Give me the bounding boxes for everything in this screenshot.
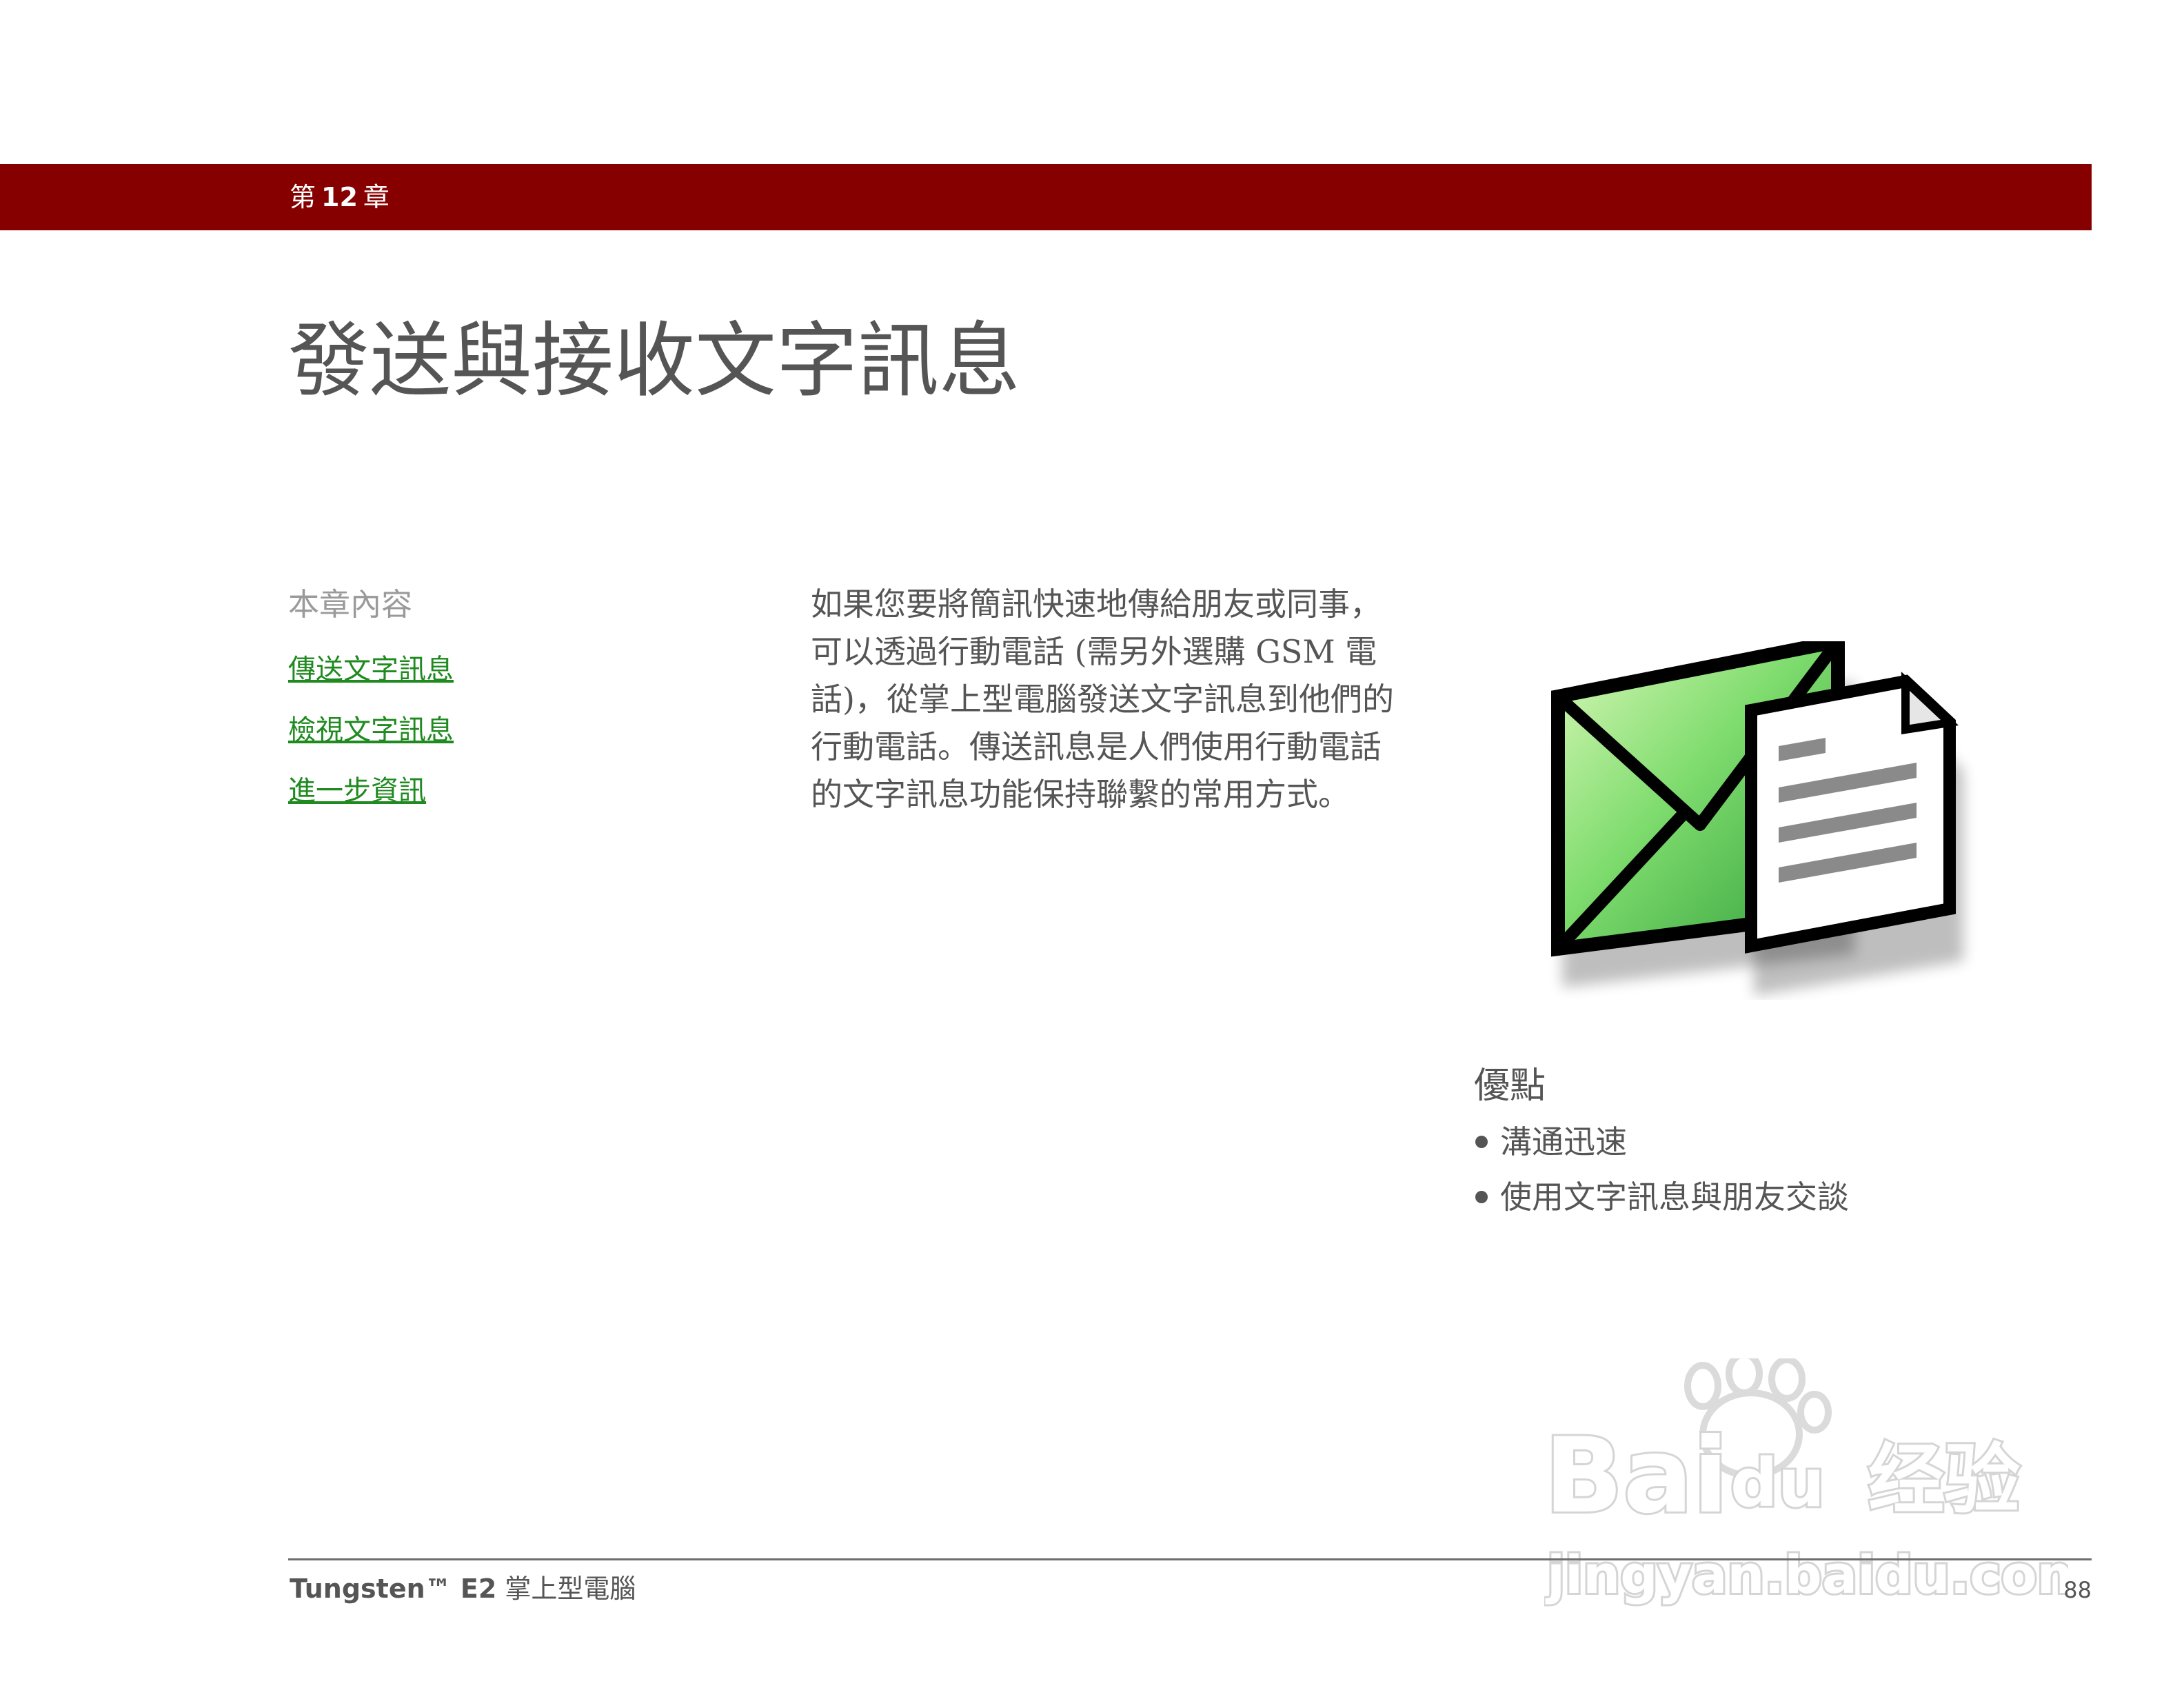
benefits-section: 優點 溝通迅速 使用文字訊息與朋友交談 <box>1474 1062 2067 1225</box>
watermark-cn: 经验 <box>1868 1436 2020 1524</box>
page-title: 發送與接收文字訊息 <box>288 313 1021 408</box>
intro-line: 可以透過行動電話 (需另外選購 GSM 電 <box>811 633 1377 670</box>
envelope-document-icon <box>1544 632 1999 1000</box>
toc-item: 傳送文字訊息 <box>288 650 674 690</box>
footer-brand: Tungsten™ E2 <box>290 1574 497 1604</box>
chapter-suffix: 章 <box>363 182 390 212</box>
chapter-contents-list: 傳送文字訊息 檢視文字訊息 進一步資訊 <box>288 650 674 811</box>
chapter-contents: 本章內容 傳送文字訊息 檢視文字訊息 進一步資訊 <box>288 581 674 832</box>
page-number: 88 <box>2063 1577 2092 1603</box>
footer-product-label: 掌上型電腦 <box>505 1574 636 1604</box>
footer-product-name: Tungsten™ E2 掌上型電腦 <box>290 1571 636 1607</box>
benefit-item: 使用文字訊息與朋友交談 <box>1474 1169 2067 1225</box>
toc-link-more-info[interactable]: 進一步資訊 <box>288 775 426 807</box>
benefit-text: 使用文字訊息與朋友交談 <box>1500 1178 1849 1216</box>
benefit-item: 溝通迅速 <box>1474 1114 2067 1169</box>
toc-link-view-message[interactable]: 檢視文字訊息 <box>288 714 454 746</box>
intro-line: 如果您要將簡訊快速地傳給朋友或同事， <box>811 585 1382 623</box>
watermark-bai: Bai <box>1544 1416 1728 1536</box>
intro-paragraph: 如果您要將簡訊快速地傳給朋友或同事， 可以透過行動電話 (需另外選購 GSM 電… <box>811 581 1431 818</box>
chapter-header-bar: 第 12 章 <box>0 164 2092 230</box>
benefit-text: 溝通迅速 <box>1500 1123 1627 1160</box>
intro-line: 行動電話。傳送訊息是人們使用行動電話 <box>811 728 1382 765</box>
toc-link-send-message[interactable]: 傳送文字訊息 <box>288 654 454 685</box>
manual-page: 第 12 章 發送與接收文字訊息 本章內容 傳送文字訊息 檢視文字訊息 進一步資訊 … <box>0 0 2184 1688</box>
bullet-icon <box>1475 1191 1488 1203</box>
benefits-list: 溝通迅速 使用文字訊息與朋友交談 <box>1474 1114 2067 1225</box>
watermark-url: jingyan.baidu.com <box>1545 1544 2068 1605</box>
chapter-prefix: 第 <box>290 182 316 212</box>
bullet-icon <box>1475 1136 1488 1148</box>
chapter-contents-heading: 本章內容 <box>288 586 413 623</box>
footer-divider <box>288 1558 2092 1560</box>
intro-line: 話)，從掌上型電腦發送文字訊息到他們的 <box>811 681 1394 718</box>
chapter-label: 第 12 章 <box>290 179 390 215</box>
chapter-number: 12 <box>321 182 358 212</box>
intro-line: 的文字訊息功能保持聯繫的常用方式。 <box>811 776 1350 813</box>
toc-item: 進一步資訊 <box>288 771 674 811</box>
benefits-heading: 優點 <box>1474 1065 1546 1107</box>
watermark-du: du <box>1730 1445 1825 1522</box>
toc-item: 檢視文字訊息 <box>288 710 674 750</box>
baidu-jingyan-watermark: Bai du 经验 jingyan.baidu.com <box>1542 1351 2094 1614</box>
